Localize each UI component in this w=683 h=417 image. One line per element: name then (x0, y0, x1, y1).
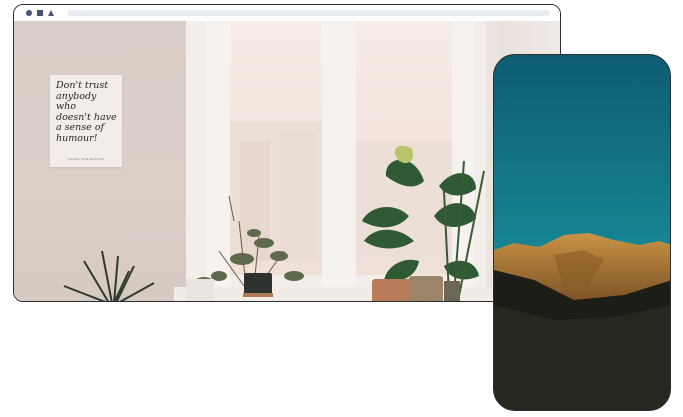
phone-mockup (493, 54, 671, 411)
desktop-browser-mockup: Don't trust anybody who doesn't have a s… (13, 4, 561, 302)
circle-icon[interactable] (26, 10, 32, 16)
mountain-photo (494, 55, 670, 410)
pot-dark (244, 273, 272, 295)
plants-illustration (63, 145, 485, 301)
monstera (362, 159, 479, 282)
square-icon[interactable] (37, 10, 43, 16)
terracotta-pot (372, 279, 412, 301)
pot-white (186, 279, 214, 301)
snake-plant-left (63, 250, 155, 301)
room-photo: Don't trust anybody who doesn't have a s… (14, 21, 560, 301)
basket-pot (409, 276, 443, 301)
herb-stems (218, 195, 285, 287)
triangle-icon[interactable] (48, 10, 54, 16)
browser-chrome (14, 5, 560, 22)
address-bar[interactable] (67, 10, 550, 16)
